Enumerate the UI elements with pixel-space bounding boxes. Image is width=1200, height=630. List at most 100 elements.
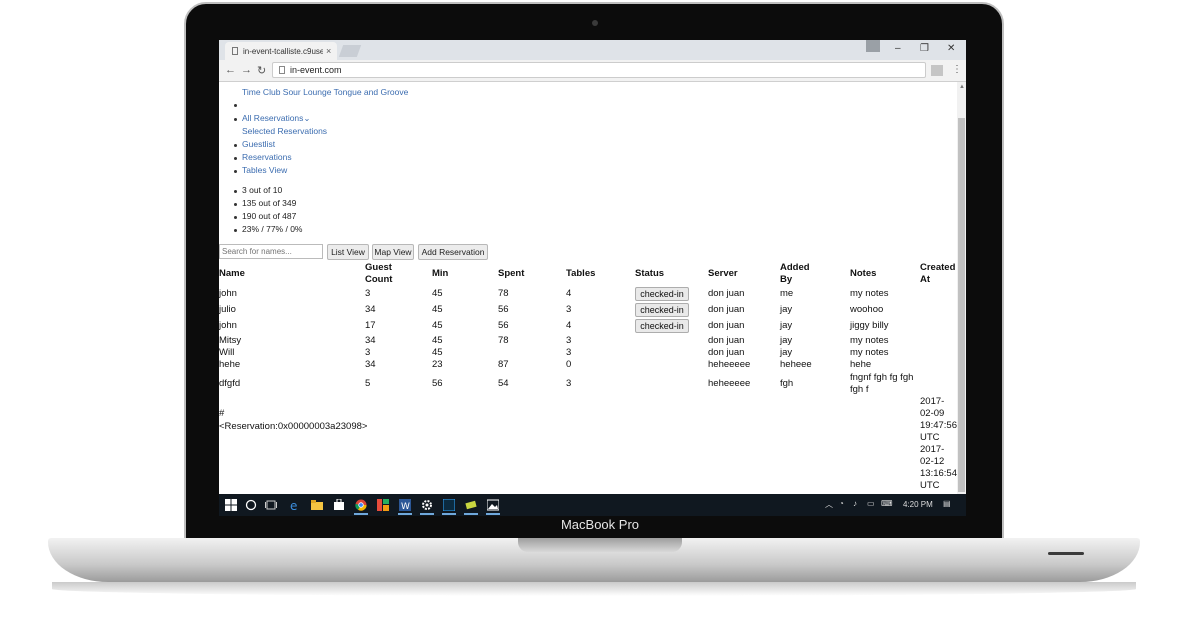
cell-guest-count: 5 bbox=[365, 378, 371, 389]
cell-notes: fgh f bbox=[850, 384, 869, 395]
browser-toolbar: ← → ↻ in-event.com ⋮ bbox=[219, 60, 966, 82]
cell-spent: 56 bbox=[498, 320, 509, 331]
active-app-indicator bbox=[420, 513, 434, 515]
bullet bbox=[234, 229, 237, 232]
search-input[interactable] bbox=[219, 244, 323, 259]
page-info-icon[interactable] bbox=[279, 66, 285, 74]
header-text: By bbox=[780, 274, 793, 285]
photos-icon[interactable] bbox=[487, 499, 499, 511]
created-at: 13:16:54 bbox=[920, 468, 957, 479]
bullet bbox=[234, 144, 237, 147]
cell-guest-count: 34 bbox=[365, 335, 376, 346]
cell-name: dfgfd bbox=[219, 378, 241, 389]
webcam bbox=[592, 20, 598, 26]
cell-name: hehe bbox=[219, 359, 241, 370]
app-icon[interactable] bbox=[465, 499, 477, 511]
browser-tab[interactable]: in-event-tcalliste.c9users × bbox=[225, 42, 337, 60]
settings-gear-icon[interactable] bbox=[421, 499, 433, 511]
cell-guest-count: 17 bbox=[365, 320, 376, 331]
laptop-shadow bbox=[52, 582, 1136, 596]
stat-item: 23% / 77% / 0% bbox=[242, 224, 303, 234]
cell-name: john bbox=[219, 320, 237, 331]
forward-arrow-icon[interactable]: → bbox=[241, 64, 252, 76]
created-at: 2017- bbox=[920, 396, 945, 407]
store-icon[interactable] bbox=[333, 499, 345, 511]
guestlist-link[interactable]: Guestlist bbox=[242, 139, 275, 149]
profile-icon[interactable] bbox=[866, 40, 880, 52]
scrollbar-thumb[interactable] bbox=[958, 118, 965, 492]
cell-min: 45 bbox=[432, 335, 443, 346]
stat-item: 135 out of 349 bbox=[242, 198, 297, 208]
tab-close-icon[interactable]: × bbox=[326, 46, 331, 56]
add-reservation-button[interactable]: Add Reservation bbox=[418, 244, 488, 260]
page-content: Time Club Sour Lounge Tongue and Groove … bbox=[219, 82, 957, 494]
all-reservations-dropdown[interactable]: All Reservations⌄ bbox=[242, 113, 311, 124]
svg-text:W: W bbox=[401, 502, 410, 511]
edge-icon[interactable]: e bbox=[289, 499, 301, 511]
word-icon[interactable]: W bbox=[399, 499, 411, 511]
windows-start-icon[interactable] bbox=[225, 499, 237, 511]
checked-in-button[interactable]: checked-in bbox=[635, 303, 689, 317]
address-bar[interactable]: in-event.com bbox=[272, 62, 926, 78]
cell-guest-count: 34 bbox=[365, 304, 376, 315]
volume-icon[interactable]: ♪ bbox=[853, 499, 857, 508]
bullet bbox=[234, 157, 237, 160]
back-arrow-icon[interactable]: ← bbox=[225, 64, 236, 76]
scroll-up-arrow-icon[interactable]: ▲ bbox=[959, 84, 965, 90]
battery-icon[interactable]: ▭ bbox=[867, 499, 875, 508]
list-view-button[interactable]: List View bbox=[327, 244, 369, 260]
checked-in-button[interactable]: checked-in bbox=[635, 287, 689, 301]
bullet bbox=[234, 216, 237, 219]
keyboard-icon[interactable]: ⌨ bbox=[881, 499, 893, 508]
stat-item: 190 out of 487 bbox=[242, 211, 297, 221]
selected-reservations-link[interactable]: Selected Reservations bbox=[242, 126, 327, 136]
notifications-icon[interactable]: ▤ bbox=[943, 499, 951, 508]
cell-name: julio bbox=[219, 304, 236, 315]
file-explorer-icon[interactable] bbox=[311, 499, 323, 511]
cell-notes: woohoo bbox=[850, 304, 884, 315]
kebab-menu-icon[interactable]: ⋮ bbox=[952, 64, 962, 75]
extension-icon[interactable] bbox=[931, 65, 943, 76]
laptop-slot bbox=[1048, 552, 1084, 555]
chrome-icon[interactable] bbox=[355, 499, 367, 511]
cell-min: 56 bbox=[432, 378, 443, 389]
cell-tables: 3 bbox=[566, 304, 572, 315]
page-icon bbox=[232, 47, 238, 55]
wifi-icon[interactable]: ◔ bbox=[839, 499, 844, 508]
taskbar-clock[interactable]: 4:20 PM bbox=[903, 500, 933, 509]
cell-tables: 4 bbox=[566, 288, 572, 299]
new-tab-button[interactable] bbox=[338, 45, 362, 57]
map-view-button[interactable]: Map View bbox=[372, 244, 414, 260]
device-label: MacBook Pro bbox=[560, 517, 640, 532]
app-icon[interactable] bbox=[377, 499, 389, 511]
tab-title: in-event-tcalliste.c9users bbox=[243, 46, 323, 56]
cell-server: heheeeee bbox=[708, 378, 751, 389]
checked-in-button[interactable]: checked-in bbox=[635, 319, 689, 333]
active-app-indicator bbox=[398, 513, 412, 515]
cortana-icon[interactable] bbox=[245, 499, 257, 511]
active-app-indicator bbox=[354, 513, 368, 515]
reload-icon[interactable]: ↻ bbox=[257, 64, 266, 77]
minimize-icon[interactable]: – bbox=[895, 43, 901, 54]
cell-tables: 4 bbox=[566, 320, 572, 331]
close-window-icon[interactable]: ✕ bbox=[947, 43, 955, 54]
header-added-by: Added By bbox=[780, 262, 810, 286]
created-at: UTC bbox=[920, 480, 940, 491]
laptop-opening-notch bbox=[518, 538, 682, 552]
cell-notes: my notes bbox=[850, 347, 889, 358]
tray-expand-icon[interactable]: ︿ bbox=[825, 499, 833, 510]
cell-notes: my notes bbox=[850, 335, 889, 346]
reservations-link[interactable]: Reservations bbox=[242, 152, 292, 162]
cell-spent: 54 bbox=[498, 378, 509, 389]
cell-spent: 78 bbox=[498, 288, 509, 299]
cell-guest-count: 3 bbox=[365, 288, 371, 299]
tables-view-link[interactable]: Tables View bbox=[242, 165, 287, 175]
cell-server: don juan bbox=[708, 304, 745, 315]
browser-tab-bar: in-event-tcalliste.c9users × – ❐ ✕ bbox=[219, 40, 966, 60]
brand-link[interactable]: Time Club Sour Lounge Tongue and Groove bbox=[242, 87, 408, 97]
cell-spent: 56 bbox=[498, 304, 509, 315]
cell-spent: 78 bbox=[498, 335, 509, 346]
task-view-icon[interactable] bbox=[265, 499, 277, 511]
photoshop-icon[interactable] bbox=[443, 499, 455, 511]
restore-icon[interactable]: ❐ bbox=[920, 43, 929, 54]
